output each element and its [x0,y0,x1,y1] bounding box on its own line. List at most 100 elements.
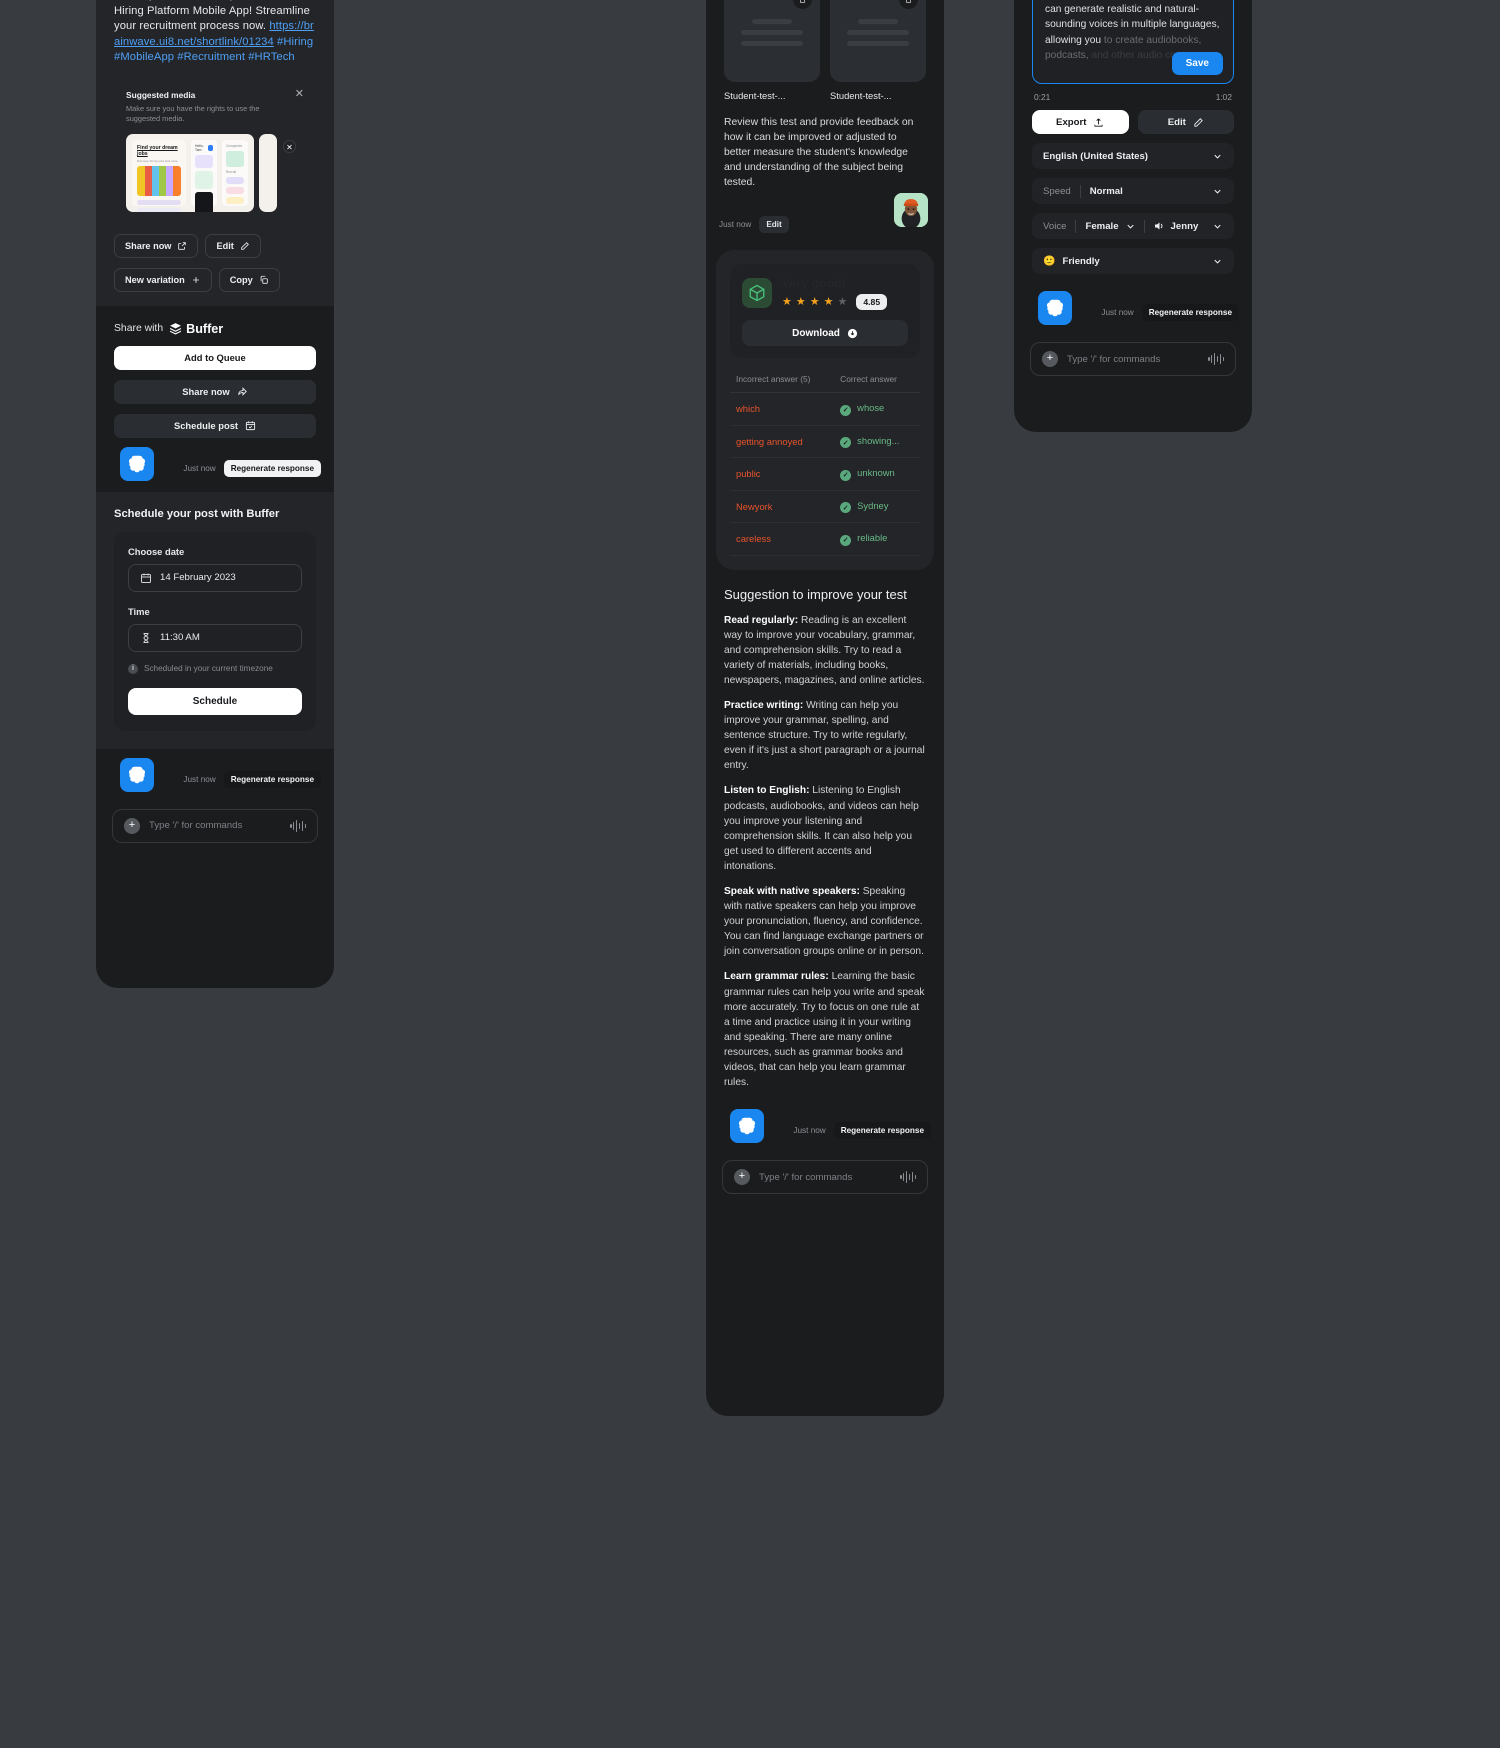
correct-answer-text: whose [857,402,885,413]
correct-answer: ✓ whose [834,392,920,426]
check-icon: ✓ [840,469,852,481]
speed-label: Speed [1043,185,1071,197]
user-request-text: Review this test and provide feedback on… [724,117,914,188]
waveform-icon[interactable] [290,819,306,832]
correct-answer: ✓ unknown [834,457,920,491]
score-badge: 4.85 [856,294,888,310]
buffer-brand-label: Buffer [186,321,224,336]
assistant-meta-2: Just now Regenerate response [183,770,321,788]
chevron-down-icon[interactable] [1212,221,1223,232]
speech-action-buttons: Export Edit [1014,102,1252,135]
suggestion-item: Practice writing: Writing can help you i… [706,688,944,773]
thumb-card [195,170,213,189]
choose-date-label: Choose date [128,545,185,557]
chat-composer[interactable]: + Type '/' for commands [112,808,318,843]
language-select[interactable]: English (United States) [1032,143,1234,170]
composer-placeholder[interactable]: Type '/' for commands [759,1172,891,1183]
regenerate-response-button[interactable]: Regenerate response [833,1122,931,1140]
save-button[interactable]: Save [1171,52,1223,76]
regenerate-response-button[interactable]: Regenerate response [223,770,321,788]
regenerate-response-button[interactable]: Regenerate response [1141,304,1239,322]
add-to-queue-button[interactable]: Add to Queue [114,345,316,370]
buffer-chat-panel: Find top talent in a snap with our new H… [96,0,334,988]
composer-placeholder[interactable]: Type '/' for commands [1067,354,1199,365]
thumb-row [226,196,244,204]
screenshot-canvas: Find top talent in a snap with our new H… [0,0,1500,1748]
plus-circle-icon[interactable]: + [1042,351,1058,368]
share-now-button[interactable]: Share now [114,233,199,258]
waveform-icon[interactable] [1208,353,1224,366]
edit-button[interactable]: Edit [1137,110,1234,135]
tone-select[interactable]: 🙂 Friendly [1032,248,1234,275]
buffer-share-now-button[interactable]: Share now [114,379,316,404]
remove-media-icon[interactable]: ✕ [283,139,296,153]
schedule-post-card: Schedule your post with Buffer Choose da… [96,491,334,749]
schedule-submit-button[interactable]: Schedule [128,687,302,715]
chevron-down-icon[interactable] [1125,221,1136,232]
speed-select[interactable]: Speed Normal [1032,178,1234,205]
thumb-title: Find your dream jobs [137,144,178,157]
brain-icon [1046,299,1064,317]
copy-label: Copy [229,274,253,285]
trash-icon[interactable] [899,0,918,9]
copy-icon [260,275,268,284]
star-icon: ★ [795,295,806,308]
star-rating: ★ ★ ★ ★ ★ 4.85 [782,294,908,310]
check-icon: ✓ [840,404,852,416]
post-actions-row-1: Share now Edit [96,224,334,258]
chat-composer[interactable]: + Type '/' for commands [1030,342,1236,377]
export-button[interactable]: Export [1032,110,1129,135]
plus-icon [192,277,199,283]
score-title: Very good! [782,276,847,290]
edit-button[interactable]: Edit [205,233,261,258]
trash-icon[interactable] [793,0,812,9]
close-icon[interactable]: ✕ [295,88,304,99]
waveform-icon[interactable] [900,1171,916,1184]
date-input[interactable]: 14 February 2023 [128,563,302,592]
file-card[interactable]: Student-test-... [830,0,926,101]
plus-circle-icon[interactable]: + [124,817,140,834]
thumb-row [137,207,181,212]
check-icon: ✓ [840,502,852,513]
timestamp: Just now [719,220,752,229]
correct-answer-text: reliable [857,532,888,543]
attached-files: Student-test-... Student-test-... [706,0,944,101]
brain-icon [128,455,146,473]
thumb-row [226,186,244,194]
composer-placeholder[interactable]: Type '/' for commands [149,820,281,831]
share-now-label: Share now [125,240,172,251]
edit-label: Edit [216,240,234,251]
check-icon: ✓ [840,534,852,546]
time-input[interactable]: 11:30 AM [128,623,302,652]
schedule-post-button[interactable]: Schedule post [114,413,316,438]
cube-glyph [749,284,765,302]
brain-icon [738,1117,756,1135]
download-button[interactable]: Download [742,320,908,346]
regenerate-response-button[interactable]: Regenerate response [223,459,321,477]
suggestion-item: Listen to English: Listening to English … [706,773,944,874]
voice-gender-value: Female [1085,220,1119,232]
file-card[interactable]: Student-test-... [724,0,820,101]
speech-text-editor[interactable]: text-to-speech technology, Speechify can… [1032,0,1234,85]
time-total: 1:02 [1215,92,1232,103]
share-with-row: Share with Buffer [96,306,334,336]
chat-composer[interactable]: + Type '/' for commands [722,1160,928,1195]
buffer-logo-icon [169,323,182,335]
media-carousel[interactable]: Find your dream jobs Discover 10 top job… [126,133,304,212]
assistant-footer-2: Just now Regenerate response [96,749,334,795]
media-thumbnail[interactable]: Find your dream jobs Discover 10 top job… [126,133,254,212]
incorrect-answer: public [730,457,835,491]
assistant-avatar [117,443,157,484]
media-thumbnail-next[interactable] [259,133,277,212]
edit-message-button[interactable]: Edit [759,216,789,233]
star-icon: ★ [782,295,792,308]
copy-button[interactable]: Copy [218,267,280,292]
new-variation-button[interactable]: New variation [114,267,212,292]
voice-select[interactable]: Voice Female Jenny [1032,213,1234,240]
table-row: public ✓ unknown [730,457,920,491]
cube-icon [742,278,772,308]
plus-circle-icon[interactable]: + [734,1169,750,1186]
thumb-card [195,154,213,168]
schedule-post-label: Schedule post [173,420,239,432]
suggestion-item: Read regularly: Reading is an excellent … [706,603,944,688]
